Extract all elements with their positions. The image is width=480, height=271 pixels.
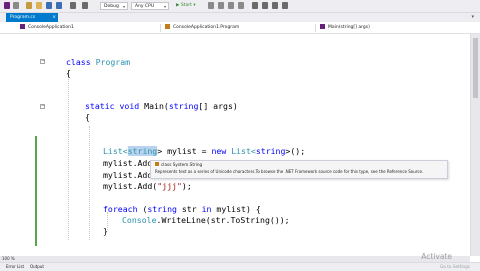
document-tab-strip: Program.cs × ▾ [0, 13, 480, 22]
class-name: ConsoleApplication1.Program [173, 25, 240, 30]
class-dropdown[interactable]: ConsoleApplication1.Program [165, 24, 316, 32]
method-icon [320, 24, 325, 29]
navigation-bar: ConsoleApplication1 ConsoleApplication1.… [0, 23, 480, 34]
toolbar-icon-a[interactable] [208, 2, 214, 9]
member-dropdown[interactable]: Main(string[] args) [320, 24, 460, 32]
project-name: ConsoleApplication1 [28, 25, 74, 30]
platform-dropdown[interactable]: Any CPU ▾ [131, 2, 169, 10]
save-all-icon[interactable] [56, 2, 62, 9]
start-button[interactable]: ▶ Start ▾ [176, 2, 196, 10]
activation-watermark-sub: Go to Settings [440, 264, 470, 269]
toolbar-icon-g[interactable] [272, 2, 278, 9]
code-line: mylist.Add [103, 170, 153, 180]
toolbar-icon-c[interactable] [228, 2, 234, 9]
indent-guide [89, 126, 90, 240]
code-line: class Program [66, 57, 131, 67]
activation-watermark: Activate [421, 252, 452, 261]
forward-icon[interactable] [13, 2, 19, 9]
back-icon[interactable] [4, 2, 10, 9]
open-icon[interactable] [36, 2, 42, 9]
scrollbar-thumb[interactable] [473, 38, 478, 98]
platform-value: Any CPU [135, 4, 155, 9]
configuration-value: Debug [104, 4, 119, 9]
code-line: { [66, 68, 71, 78]
code-line: Console.WriteLine(str.ToString()); [122, 215, 290, 225]
code-line: foreach (string str in mylist) { [103, 204, 261, 214]
class-icon [155, 162, 159, 166]
configuration-dropdown[interactable]: Debug ▾ [100, 2, 128, 10]
member-name: Main(string[] args) [328, 25, 370, 30]
tooltip-description: Represents text as a series of Unicode c… [155, 169, 424, 174]
redo-icon[interactable] [82, 2, 88, 9]
main-toolbar: Debug ▾ Any CPU ▾ ▶ Start ▾ [0, 0, 480, 13]
toolbar-icon-b[interactable] [218, 2, 224, 9]
tab-label: Program.cs [10, 15, 36, 20]
collapse-method-icon[interactable]: − [40, 104, 45, 109]
code-editor[interactable]: − − class Program { static void Main(str… [0, 34, 470, 256]
chevron-down-icon: ▾ [122, 4, 125, 9]
code-line: mylist.Add("jjj"); [103, 181, 192, 191]
quick-info-tooltip: class System.String Represents text as a… [150, 160, 448, 179]
selected-token: string [127, 146, 158, 156]
code-line: } [103, 226, 108, 236]
code-line: { [85, 112, 90, 122]
change-tracking-bar [35, 136, 37, 246]
chevron-down-icon: ▾ [163, 4, 166, 9]
new-project-icon[interactable] [26, 2, 32, 9]
project-dropdown[interactable]: ConsoleApplication1 [20, 24, 161, 32]
collapse-class-icon[interactable]: − [40, 59, 45, 64]
class-icon [165, 24, 170, 29]
toolbar-icon-e[interactable] [252, 2, 258, 9]
toolbar-icon-h[interactable] [282, 2, 288, 9]
save-icon[interactable] [46, 2, 52, 9]
code-line: mylist.Add [103, 158, 153, 168]
tooltip-signature: class System.String [155, 162, 202, 168]
tab-program-cs[interactable]: Program.cs × [6, 13, 58, 22]
code-line: List<string> mylist = new List<string>()… [103, 146, 306, 156]
start-label: ▶ Start ▾ [176, 3, 196, 8]
csharp-project-icon [20, 24, 25, 29]
tab-overflow-icon[interactable]: ▾ [471, 14, 474, 20]
code-line: static void Main(string[] args) [85, 101, 238, 111]
undo-icon[interactable] [70, 2, 76, 9]
toolbar-icon-d[interactable] [238, 2, 244, 9]
vertical-scrollbar[interactable] [470, 34, 480, 256]
indent-guide [68, 70, 69, 240]
toolbar-icon-f[interactable] [262, 2, 268, 9]
close-icon[interactable]: × [52, 13, 56, 22]
